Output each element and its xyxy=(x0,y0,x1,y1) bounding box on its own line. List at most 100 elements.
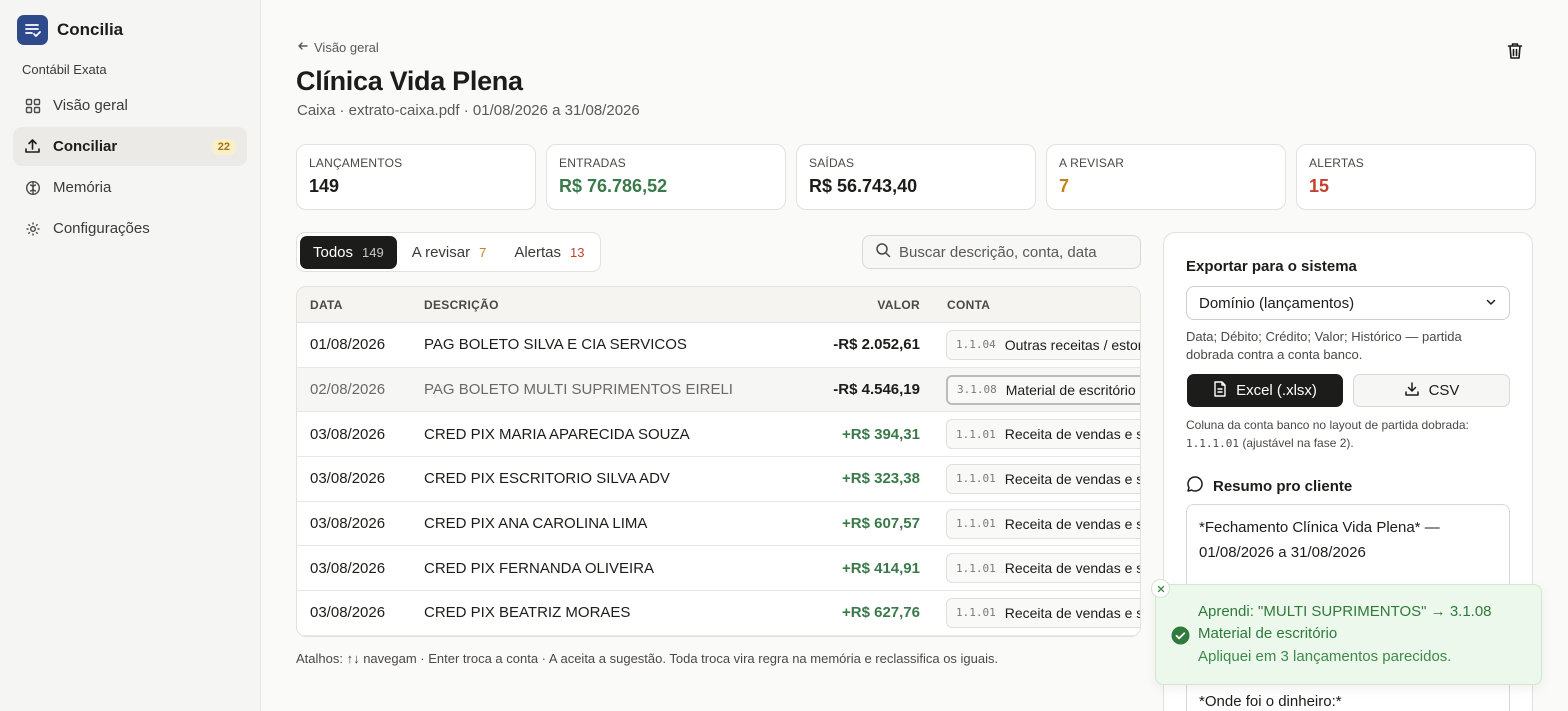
row-description: CRED PIX ESCRITORIO SILVA ADV xyxy=(424,470,670,488)
summary-title: Resumo pro cliente xyxy=(1213,477,1353,495)
grid-icon xyxy=(24,97,41,114)
sidebar-item-configuracoes[interactable]: Configurações xyxy=(13,209,247,248)
message-circle-icon xyxy=(1186,475,1204,497)
back-link[interactable]: Visão geral xyxy=(297,40,379,55)
bank-account-code: 1.1.1.01 xyxy=(1186,437,1239,450)
count-badge: 22 xyxy=(211,138,236,155)
table-row[interactable]: 01/08/2026 PAG BOLETO SILVA E CIA SERVIC… xyxy=(297,323,1140,368)
account-selector[interactable]: 1.1.01 Receita de vendas e serviços xyxy=(946,508,1140,539)
org-name: Contábil Exata xyxy=(22,62,107,77)
account-code: 1.1.01 xyxy=(956,472,996,486)
chevron-down-icon xyxy=(1485,295,1497,312)
transactions-table: DATA DESCRIÇÃO VALOR CONTA 01/08/2026 PA… xyxy=(296,286,1141,637)
tab-label: Todos xyxy=(313,243,354,261)
export-excel-button[interactable]: Excel (.xlsx) xyxy=(1187,374,1343,407)
row-value: +R$ 394,31 xyxy=(842,425,920,443)
account-code: 1.1.01 xyxy=(956,427,996,441)
column-header-value[interactable]: VALOR xyxy=(877,298,920,312)
account-code: 1.1.01 xyxy=(956,561,996,575)
stat-label: SAÍDAS xyxy=(809,156,855,170)
row-value: +R$ 607,57 xyxy=(842,515,920,533)
row-value: +R$ 414,91 xyxy=(842,559,920,577)
account-selector[interactable]: 1.1.01 Receita de vendas e serviços xyxy=(946,597,1140,628)
delete-button[interactable] xyxy=(1503,41,1527,65)
row-description: CRED PIX FERNANDA OLIVEIRA xyxy=(424,559,655,577)
stat-value: 7 xyxy=(1059,176,1070,196)
stat-label: A REVISAR xyxy=(1059,156,1125,170)
stat-value: R$ 76.786,52 xyxy=(559,176,668,196)
column-header-description[interactable]: DESCRIÇÃO xyxy=(424,298,499,312)
sidebar: Concilia Contábil Exata Visão geral Conc… xyxy=(0,0,261,711)
page-subtitle: Caixa · extrato-caixa.pdf · 01/08/2026 a… xyxy=(297,102,640,119)
select-value: Domínio (lançamentos) xyxy=(1199,294,1355,312)
stat-card-lancamentos: LANÇAMENTOS 149 xyxy=(296,144,536,210)
summary-line: *Onde foi o dinheiro:* xyxy=(1199,693,1342,710)
row-value: +R$ 627,76 xyxy=(842,604,920,622)
account-selector[interactable]: 1.1.04 Outras receitas / estornos xyxy=(946,329,1140,360)
toast-body: Apliquei em 3 lançamentos parecidos. xyxy=(1198,648,1452,665)
account-selector[interactable]: 1.1.01 Receita de vendas e serviços xyxy=(946,419,1140,450)
stat-card-a-revisar: A REVISAR 7 xyxy=(1046,144,1286,210)
tab-label: A revisar xyxy=(411,243,471,261)
stat-label: LANÇAMENTOS xyxy=(309,156,403,170)
search-box xyxy=(862,235,1141,269)
search-icon xyxy=(875,242,891,263)
tab-label: Alertas xyxy=(514,243,562,261)
export-format-select[interactable]: Domínio (lançamentos) xyxy=(1186,286,1510,320)
shortcuts-hint: Atalhos: ↑↓ navegam · Enter troca a cont… xyxy=(296,651,999,666)
search-input[interactable] xyxy=(899,243,1129,261)
table-row[interactable]: 03/08/2026 CRED PIX ESCRITORIO SILVA ADV… xyxy=(297,457,1140,502)
table-row[interactable]: 03/08/2026 CRED PIX BEATRIZ MORAES +R$ 6… xyxy=(297,591,1140,636)
gear-icon xyxy=(24,220,41,237)
export-csv-button[interactable]: CSV xyxy=(1353,374,1510,407)
stats-row: LANÇAMENTOS 149 ENTRADAS R$ 76.786,52 SA… xyxy=(296,144,1536,210)
download-icon xyxy=(1404,381,1420,401)
table-row[interactable]: 02/08/2026 PAG BOLETO MULTI SUPRIMENTOS … xyxy=(297,367,1140,413)
account-selector[interactable]: 1.1.01 Receita de vendas e serviços xyxy=(946,553,1140,584)
close-icon xyxy=(1157,580,1165,598)
stat-card-saidas: SAÍDAS R$ 56.743,40 xyxy=(796,144,1036,210)
stat-value: R$ 56.743,40 xyxy=(809,176,918,196)
brand-name: Concilia xyxy=(57,20,124,39)
row-date: 03/08/2026 xyxy=(310,515,386,533)
check-circle-icon xyxy=(1171,626,1190,650)
account-code: 1.1.04 xyxy=(956,338,996,352)
tab-a-revisar[interactable]: A revisar 7 xyxy=(399,236,500,269)
table-row[interactable]: 03/08/2026 CRED PIX ANA CAROLINA LIMA +R… xyxy=(297,502,1140,547)
tab-alertas[interactable]: Alertas 13 xyxy=(501,236,597,269)
brand[interactable]: Concilia xyxy=(17,15,123,45)
tab-todos[interactable]: Todos 149 xyxy=(300,235,397,269)
row-date: 03/08/2026 xyxy=(310,559,386,577)
button-label: Excel (.xlsx) xyxy=(1236,382,1317,399)
account-code: 1.1.01 xyxy=(956,517,996,531)
row-description: CRED PIX BEATRIZ MORAES xyxy=(424,604,631,622)
export-title: Exportar para o sistema xyxy=(1186,258,1357,275)
table-row[interactable]: 03/08/2026 CRED PIX MARIA APARECIDA SOUZ… xyxy=(297,412,1140,458)
table-row[interactable]: 03/08/2026 CRED PIX FERNANDA OLIVEIRA +R… xyxy=(297,546,1140,592)
row-description: PAG BOLETO MULTI SUPRIMENTOS EIRELI xyxy=(424,381,733,399)
account-code: 1.1.01 xyxy=(956,606,996,620)
toast-close-button[interactable] xyxy=(1151,579,1170,598)
account-name: Receita de vendas e serviços xyxy=(1004,426,1140,443)
stat-card-entradas: ENTRADAS R$ 76.786,52 xyxy=(546,144,786,210)
toast-title: Aprendi: "MULTI SUPRIMENTOS" → 3.1.08 Ma… xyxy=(1198,603,1492,642)
tab-count: 13 xyxy=(570,244,585,260)
column-header-account[interactable]: CONTA xyxy=(947,298,990,312)
account-selector[interactable]: 3.1.08 Material de escritório xyxy=(946,374,1140,405)
row-date: 03/08/2026 xyxy=(310,604,386,622)
success-toast: Aprendi: "MULTI SUPRIMENTOS" → 3.1.08 Ma… xyxy=(1151,579,1542,685)
page-title: Clínica Vida Plena xyxy=(296,66,523,96)
sidebar-item-conciliar[interactable]: Conciliar 22 xyxy=(13,127,247,166)
tab-count: 149 xyxy=(362,244,384,260)
sidebar-item-label: Conciliar xyxy=(53,138,118,155)
note-text: (ajustável na fase 2). xyxy=(1242,436,1354,450)
brain-icon xyxy=(24,179,41,196)
sidebar-item-visao-geral[interactable]: Visão geral xyxy=(13,86,247,125)
account-selector[interactable]: 1.1.01 Receita de vendas e serviços xyxy=(946,463,1140,494)
trash-icon xyxy=(1507,42,1523,65)
back-link-label: Visão geral xyxy=(314,40,379,55)
row-value: -R$ 2.052,61 xyxy=(833,336,920,354)
column-header-date[interactable]: DATA xyxy=(310,298,343,312)
sidebar-item-memoria[interactable]: Memória xyxy=(13,168,247,207)
account-name: Receita de vendas e serviços xyxy=(1004,560,1140,577)
